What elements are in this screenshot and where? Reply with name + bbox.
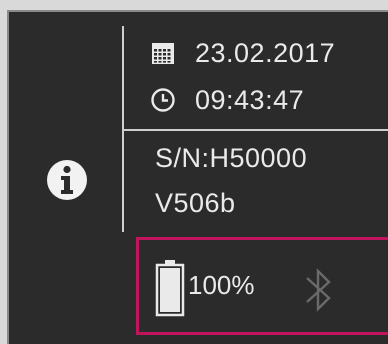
firmware-version: V506b — [155, 188, 236, 218]
status-screen: 23.02.2017 09:43:47 S/N:H50000 V506b 100… — [7, 10, 388, 344]
battery-bluetooth-panel: 100% — [136, 237, 388, 335]
date-row: 23.02.2017 — [124, 33, 335, 73]
battery-icon — [155, 260, 185, 317]
battery-percentage: 100% — [188, 270, 255, 300]
bluetooth-icon[interactable] — [299, 265, 339, 315]
date-value: 23.02.2017 — [195, 37, 336, 68]
left-panel — [9, 12, 122, 344]
serial-number: S/N:H50000 — [155, 143, 308, 173]
calendar-icon — [152, 43, 174, 64]
separator — [124, 129, 388, 131]
right-panel: 23.02.2017 09:43:47 S/N:H50000 V506b 100… — [124, 12, 388, 344]
info-icon[interactable] — [46, 159, 88, 201]
clock-icon — [151, 88, 175, 112]
time-row: 09:43:47 — [124, 80, 304, 120]
device-frame: 23.02.2017 09:43:47 S/N:H50000 V506b 100… — [0, 0, 388, 344]
time-value: 09:43:47 — [195, 84, 305, 115]
